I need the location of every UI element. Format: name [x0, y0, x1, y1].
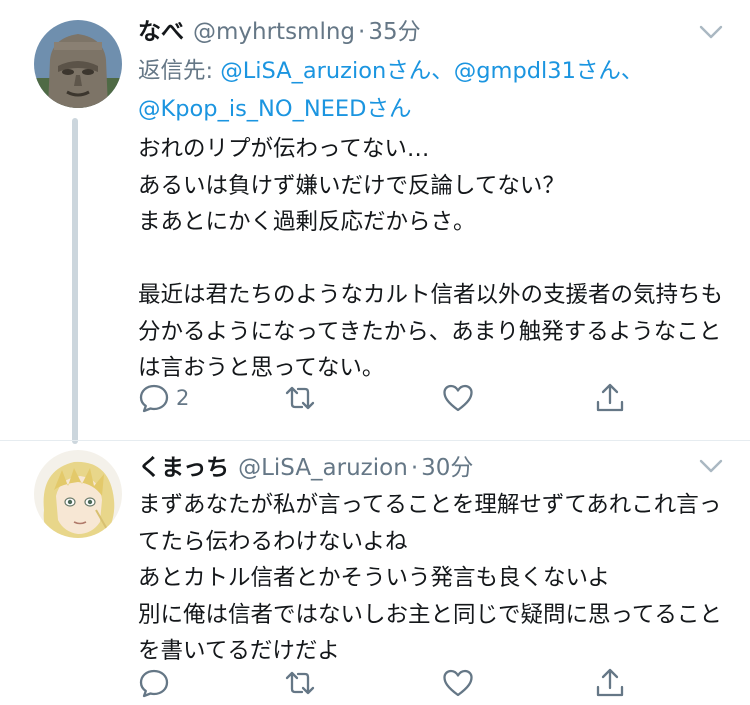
like-icon — [443, 669, 473, 697]
avatar[interactable] — [34, 20, 122, 108]
retweet-icon — [285, 671, 315, 695]
like-button[interactable] — [442, 380, 474, 416]
tweet[interactable]: くまっち @LiSA_aruzion · 30分 まずあなたが私が言ってることを… — [0, 440, 750, 705]
like-button[interactable] — [442, 665, 474, 701]
avatar[interactable] — [34, 450, 122, 538]
tweet-actions: 2 — [132, 380, 652, 416]
retweet-button[interactable] — [284, 665, 316, 701]
thread-line — [72, 118, 78, 444]
like-icon — [443, 384, 473, 412]
display-name[interactable]: なべ — [138, 14, 184, 50]
chevron-down-icon[interactable] — [698, 22, 724, 42]
tweet-actions — [132, 665, 652, 701]
reply-button[interactable]: 2 — [138, 380, 189, 416]
share-icon — [596, 668, 624, 697]
user-handle[interactable]: @myhrtsmlng — [193, 14, 355, 50]
mention-link[interactable]: @LiSA_aruzionさん、 — [220, 58, 454, 84]
separator-dot: · — [410, 455, 419, 481]
share-button[interactable] — [594, 665, 626, 701]
reply-count: 2 — [176, 386, 190, 410]
timestamp[interactable]: 30分 — [421, 450, 473, 486]
mention-link[interactable]: @gmpdl31さん、 — [454, 58, 644, 84]
chevron-down-icon[interactable] — [698, 456, 724, 476]
reply-button[interactable] — [138, 665, 176, 701]
timestamp[interactable]: 35分 — [368, 14, 420, 50]
tweet-text: まずあなたが私が言ってることを理解せずてあれこれ言ってたら伝わるわけないよね あ… — [138, 492, 722, 664]
separator-dot: · — [358, 19, 366, 45]
share-icon — [596, 383, 624, 412]
reply-icon — [139, 669, 169, 698]
mention-link[interactable]: @Kpop_is_NO_NEEDさん — [138, 96, 411, 122]
display-name[interactable]: くまっち — [138, 450, 229, 486]
replying-to-label: 返信先: — [138, 58, 221, 84]
user-handle[interactable]: @LiSA_aruzion — [238, 450, 408, 486]
tweet-text: おれのリプが伝わってない… あるいは負けず嫌いだけで反論してない？ まあとにかく… — [138, 136, 724, 381]
tweet-header: くまっち @LiSA_aruzion · 30分 — [138, 450, 473, 486]
tweet-header: なべ @myhrtsmlng · 35分 — [138, 14, 421, 50]
retweet-icon — [285, 386, 315, 410]
retweet-button[interactable] — [284, 380, 316, 416]
reply-icon — [139, 384, 169, 413]
replying-to: 返信先: @LiSA_aruzionさん、@gmpdl31さん、 @Kpop_is… — [138, 52, 728, 128]
tweet[interactable]: なべ @myhrtsmlng · 35分 返信先: @LiSA_aruzionさ… — [0, 0, 750, 444]
share-button[interactable] — [594, 380, 626, 416]
